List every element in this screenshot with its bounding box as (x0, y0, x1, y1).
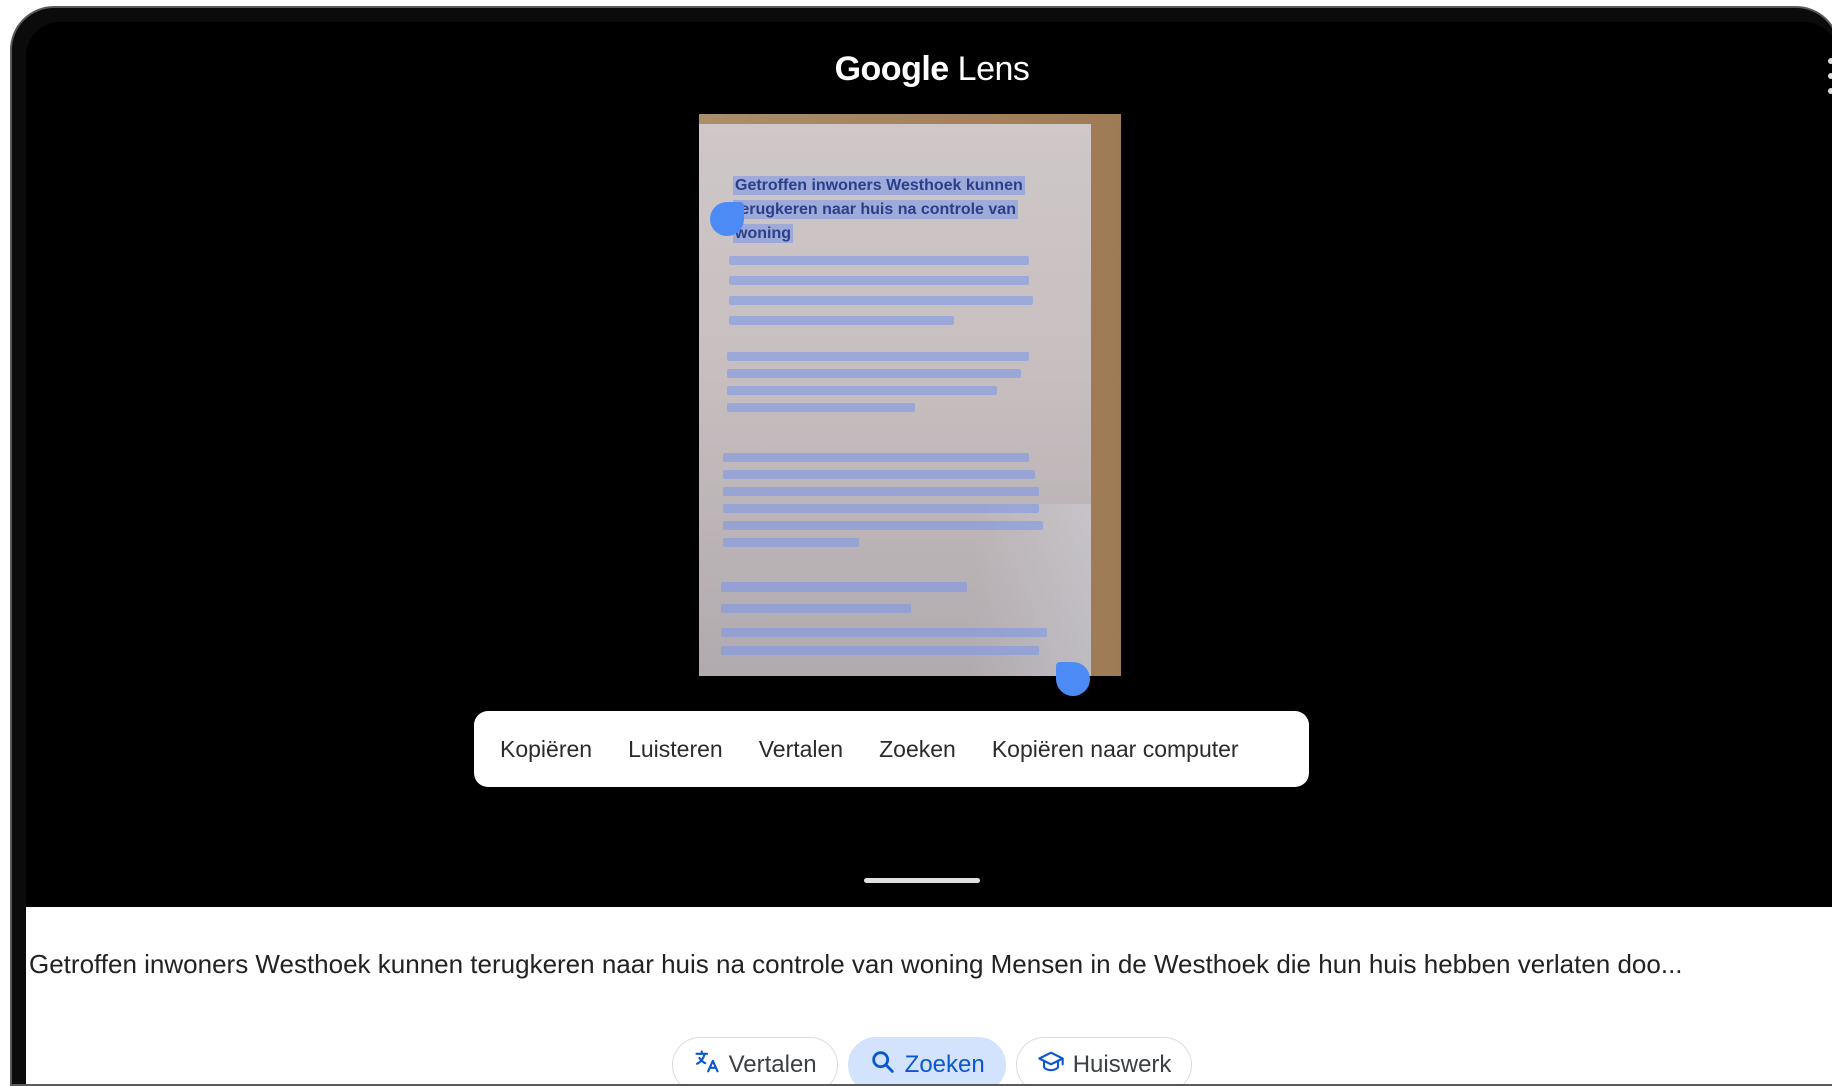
highlighted-text-line[interactable] (727, 352, 1029, 361)
app-title-brand: Google (834, 50, 950, 88)
heading-line: Getroffen inwoners Westhoek kunnen (733, 176, 1025, 195)
app-title-product: Lens (957, 50, 1030, 88)
selection-start-handle[interactable] (710, 202, 744, 236)
search-button[interactable]: Zoeken (879, 736, 956, 763)
graduation-cap-icon (1037, 1048, 1065, 1083)
app-title: Google Lens (26, 50, 1832, 89)
results-bottom-sheet: Getroffen inwoners Westhoek kunnen terug… (26, 907, 1832, 1084)
extracted-text[interactable]: Getroffen inwoners Westhoek kunnen terug… (29, 949, 1824, 980)
copy-button[interactable]: Kopiëren (500, 736, 592, 763)
translate-icon (693, 1048, 721, 1083)
sheet-drag-handle[interactable] (864, 878, 980, 883)
chip-homework[interactable]: Huiswerk (1015, 1037, 1193, 1084)
highlighted-text-line[interactable] (723, 487, 1039, 496)
translate-button[interactable]: Vertalen (759, 736, 843, 763)
highlighted-text-line[interactable] (721, 604, 911, 613)
highlighted-text-line[interactable] (729, 256, 1029, 265)
highlighted-text-line[interactable] (721, 582, 967, 592)
copy-to-computer-button[interactable]: Kopiëren naar computer (992, 736, 1239, 763)
mode-chips: Vertalen Zoeken Huiswerk (26, 1037, 1832, 1084)
selection-end-handle[interactable] (1056, 662, 1090, 696)
chip-translate[interactable]: Vertalen (671, 1037, 838, 1084)
highlighted-text-line[interactable] (727, 386, 997, 395)
highlighted-text-line[interactable] (721, 628, 1047, 637)
more-options-icon[interactable] (1824, 58, 1832, 94)
chip-label: Zoeken (904, 1051, 985, 1078)
highlighted-text-line[interactable] (729, 296, 1033, 305)
search-icon (869, 1048, 897, 1083)
captured-photo[interactable]: Getroffen inwoners Westhoek kunnen terug… (699, 114, 1121, 676)
listen-button[interactable]: Luisteren (628, 736, 723, 763)
highlighted-heading[interactable]: Getroffen inwoners Westhoek kunnen terug… (733, 174, 1043, 246)
highlighted-text-line[interactable] (727, 369, 1021, 378)
highlighted-text-line[interactable] (723, 521, 1043, 530)
text-selection-action-bar: Kopiëren Luisteren Vertalen Zoeken Kopië… (474, 711, 1309, 787)
chip-label: Vertalen (728, 1051, 817, 1078)
chip-search[interactable]: Zoeken (847, 1037, 1006, 1084)
highlighted-text-line[interactable] (723, 453, 1029, 462)
heading-line: terugkeren naar huis na controle van (733, 200, 1018, 219)
highlighted-text-line[interactable] (729, 316, 954, 325)
device-frame: Google Lens Getroffen inwoners Westhoek … (10, 6, 1832, 1086)
highlighted-text-line[interactable] (723, 538, 859, 547)
lens-screen: Google Lens Getroffen inwoners Westhoek … (26, 22, 1832, 1084)
highlighted-text-line[interactable] (727, 403, 915, 412)
chip-label: Huiswerk (1072, 1051, 1172, 1078)
highlighted-text-line[interactable] (723, 470, 1035, 479)
highlighted-text-line[interactable] (729, 276, 1029, 285)
highlighted-text-line[interactable] (721, 646, 1039, 655)
highlighted-text-line[interactable] (723, 504, 1039, 513)
